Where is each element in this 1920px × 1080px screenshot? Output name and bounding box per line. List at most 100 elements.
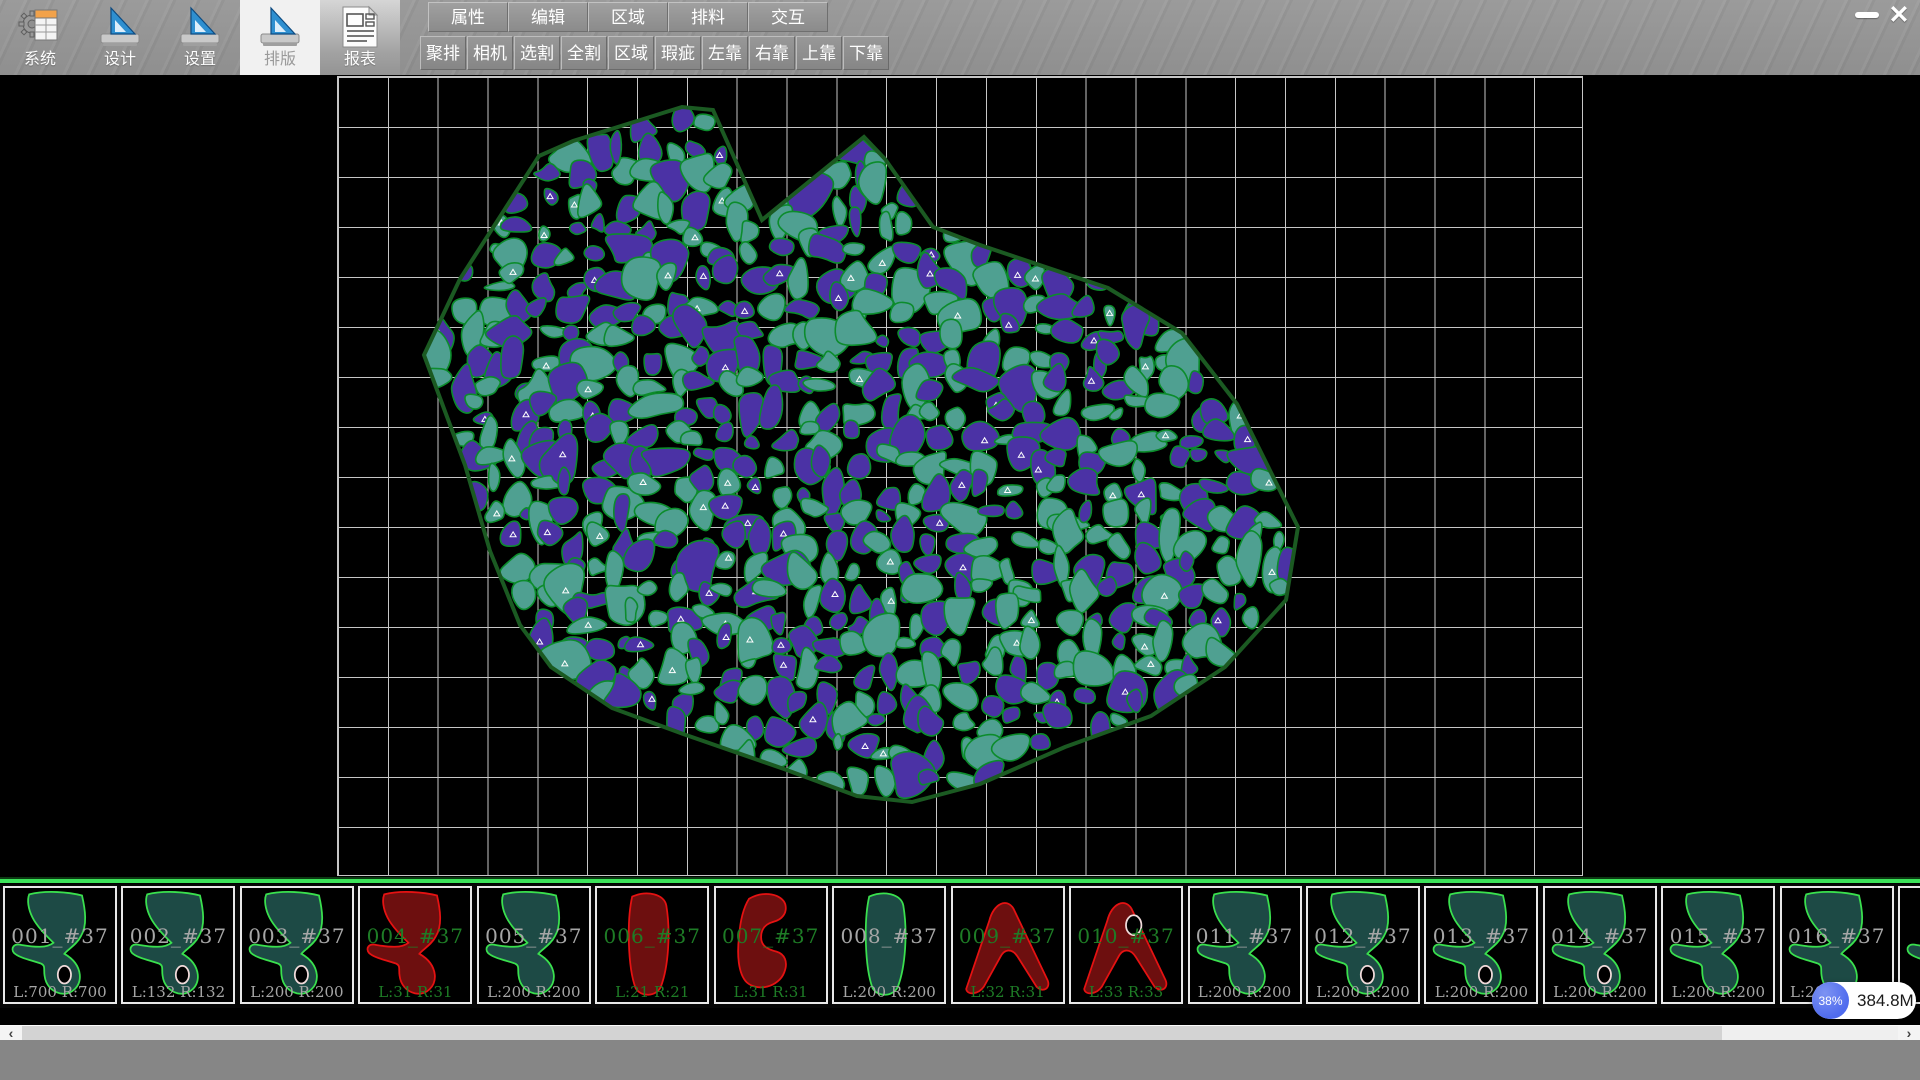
nested-piece[interactable]: [1112, 633, 1124, 650]
nested-piece[interactable]: [978, 505, 1004, 516]
nested-piece[interactable]: [890, 302, 914, 322]
nested-piece[interactable]: [770, 238, 794, 255]
nested-piece[interactable]: [815, 655, 842, 672]
nested-piece[interactable]: [614, 494, 630, 532]
nested-piece[interactable]: [849, 207, 861, 236]
nested-piece[interactable]: [1073, 651, 1114, 686]
nested-piece[interactable]: [485, 501, 505, 522]
scroll-left-arrow[interactable]: ‹: [0, 1026, 22, 1041]
nested-piece[interactable]: [926, 425, 953, 450]
nested-piece[interactable]: [914, 555, 941, 574]
nested-piece[interactable]: [1212, 536, 1229, 553]
nested-piece[interactable]: [1103, 499, 1129, 527]
nested-piece[interactable]: [868, 714, 886, 726]
part-thumbnail[interactable]: 011_#37L:200 R:200: [1188, 886, 1302, 1004]
nested-piece[interactable]: [773, 487, 792, 509]
tab-report[interactable]: 报表: [320, 0, 400, 75]
nested-piece[interactable]: [1108, 533, 1130, 559]
nested-piece[interactable]: [1132, 459, 1145, 482]
nested-piece[interactable]: [971, 579, 992, 592]
nested-piece[interactable]: [804, 585, 822, 618]
nested-piece[interactable]: [570, 223, 586, 235]
part-thumbnail[interactable]: 012_#37L:200 R:200: [1306, 886, 1420, 1004]
nest-layout-svg[interactable]: [0, 75, 1920, 882]
nested-piece[interactable]: [854, 665, 875, 690]
nested-piece[interactable]: [714, 680, 741, 703]
part-thumbnail[interactable]: 014_#37L:200 R:200: [1543, 886, 1657, 1004]
menu-interact[interactable]: 交互: [748, 2, 828, 32]
nested-piece[interactable]: [500, 521, 520, 546]
nested-piece[interactable]: [1190, 449, 1207, 462]
tool-region[interactable]: 区域: [608, 36, 654, 70]
part-thumbnail[interactable]: 013_#37L:200 R:200: [1424, 886, 1538, 1004]
close-button[interactable]: ✕: [1882, 1, 1916, 29]
nested-piece[interactable]: [772, 638, 791, 654]
nested-piece[interactable]: [953, 712, 975, 730]
nested-piece[interactable]: [920, 534, 935, 556]
nested-piece[interactable]: [1031, 734, 1051, 750]
nested-piece[interactable]: [772, 430, 799, 451]
nested-piece[interactable]: [745, 436, 759, 449]
menu-nesting[interactable]: 排料: [668, 2, 748, 32]
nested-piece[interactable]: [747, 477, 760, 493]
progress-badge[interactable]: 38% 384.8M: [1812, 982, 1916, 1019]
tool-cut-all[interactable]: 全割: [561, 36, 607, 70]
tab-design[interactable]: 设计: [80, 0, 160, 75]
nested-piece[interactable]: [1057, 610, 1084, 635]
tab-settings[interactable]: 设置: [160, 0, 240, 75]
nested-piece[interactable]: [714, 146, 726, 165]
part-thumbnail[interactable]: 008_#37L:200 R:200: [832, 886, 946, 1004]
nested-piece[interactable]: [1156, 430, 1177, 442]
nested-piece[interactable]: [1054, 661, 1075, 678]
nested-piece[interactable]: [1145, 393, 1180, 417]
part-thumbnail[interactable]: 001_#37L:700 R:700: [3, 886, 117, 1004]
nested-piece[interactable]: [1051, 319, 1083, 343]
part-thumbnail[interactable]: 007_#37L:31 R:31: [714, 886, 828, 1004]
nested-piece[interactable]: [1006, 501, 1023, 518]
nested-piece[interactable]: [944, 598, 975, 636]
nested-piece[interactable]: [758, 294, 785, 321]
minimize-button[interactable]: [1852, 2, 1882, 28]
nested-piece[interactable]: [1012, 532, 1040, 548]
nested-piece[interactable]: [941, 639, 960, 666]
nested-piece[interactable]: [982, 647, 1002, 675]
menu-region[interactable]: 区域: [588, 2, 668, 32]
nested-piece[interactable]: [1180, 551, 1194, 571]
nested-piece[interactable]: [833, 734, 842, 750]
tool-align-top[interactable]: 上靠: [796, 36, 842, 70]
nested-piece[interactable]: [972, 469, 988, 496]
nested-piece[interactable]: [544, 189, 558, 205]
nested-piece[interactable]: [1040, 418, 1080, 450]
nested-piece[interactable]: [892, 242, 920, 263]
nested-piece[interactable]: [844, 420, 859, 438]
menu-edit[interactable]: 编辑: [508, 2, 588, 32]
nested-piece[interactable]: [896, 637, 915, 648]
nested-piece[interactable]: [604, 325, 634, 346]
nested-piece[interactable]: [1072, 296, 1094, 318]
nested-piece[interactable]: [578, 184, 602, 218]
nested-piece[interactable]: [587, 522, 609, 546]
nested-piece[interactable]: [833, 196, 847, 227]
tool-select-cut[interactable]: 选割: [514, 36, 560, 70]
nested-piece[interactable]: [501, 336, 524, 379]
nested-piece[interactable]: [943, 683, 978, 711]
nested-piece[interactable]: [526, 298, 546, 317]
tool-align-right[interactable]: 右靠: [749, 36, 795, 70]
nested-piece[interactable]: [622, 257, 661, 300]
nested-piece[interactable]: [736, 367, 763, 387]
scrollbar-thumb[interactable]: [22, 1026, 1722, 1041]
nested-piece[interactable]: [998, 485, 1023, 496]
nested-piece[interactable]: [489, 463, 500, 491]
nested-piece[interactable]: [771, 612, 785, 634]
part-thumbnail[interactable]: 003_#37L:200 R:200: [240, 886, 354, 1004]
nested-piece[interactable]: [625, 597, 637, 622]
nested-piece[interactable]: [759, 385, 782, 429]
nested-piece[interactable]: [649, 611, 668, 627]
nested-piece[interactable]: [1043, 702, 1072, 728]
nested-piece[interactable]: [644, 354, 662, 375]
nested-piece[interactable]: [891, 516, 914, 553]
nested-piece[interactable]: [848, 454, 871, 479]
nested-piece[interactable]: [876, 335, 888, 347]
nested-piece[interactable]: [845, 563, 859, 580]
nested-piece[interactable]: [788, 258, 808, 299]
